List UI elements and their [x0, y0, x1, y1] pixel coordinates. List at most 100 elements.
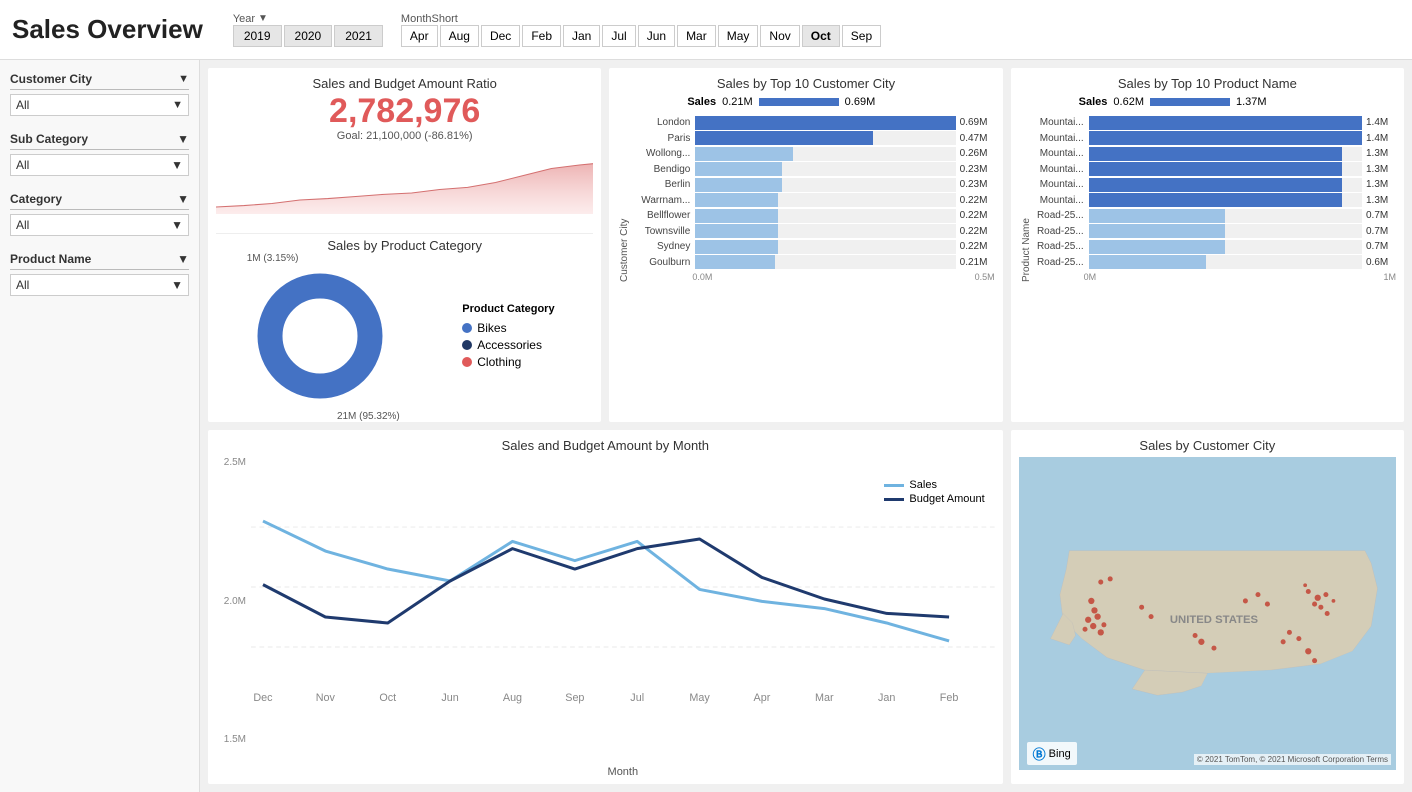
- month-y-axis: 2.5M 2.0M 1.5M: [216, 457, 251, 765]
- product-bar-label: Mountai...: [1032, 148, 1084, 159]
- city-bar-label: Townsville: [630, 226, 690, 237]
- city-bar-label: Wollong...: [630, 148, 690, 159]
- top-left-panel: Sales and Budget Amount Ratio 2,782,976 …: [208, 68, 601, 422]
- product-bar-label: Mountai...: [1032, 133, 1084, 144]
- city-bar-fill: [695, 224, 778, 238]
- month-oct[interactable]: Oct: [802, 25, 840, 47]
- city-x-max: 0.5M: [975, 272, 995, 282]
- ratio-card-value: 2,782,976: [216, 93, 593, 130]
- city-bar-value: 0.22M: [960, 210, 995, 221]
- city-bar-track: [695, 209, 955, 223]
- city-bar-track: [695, 193, 955, 207]
- product-x-axis: 0M 1M: [1032, 272, 1396, 282]
- city-bar-label: Bellflower: [630, 210, 690, 221]
- month-may[interactable]: May: [718, 25, 759, 47]
- product-axis-label: Product Name: [1019, 114, 1032, 282]
- month-jun[interactable]: Jun: [638, 25, 675, 47]
- month-legend-sales: Sales: [884, 479, 984, 491]
- product-range-min: 0.62M: [1113, 96, 1144, 108]
- product-bar-fill: [1089, 178, 1343, 192]
- product-bar-value: 1.3M: [1366, 195, 1396, 206]
- legend-accessories-dot: [462, 340, 472, 350]
- month-nov[interactable]: Nov: [760, 25, 799, 47]
- city-card: Sales by Top 10 Customer City Sales 0.21…: [609, 68, 1002, 422]
- monthshort-label: MonthShort: [401, 13, 881, 25]
- legend-clothing-label: Clothing: [477, 355, 521, 369]
- city-bar-row: London 0.69M: [630, 116, 994, 130]
- year-chevron: ▼: [258, 13, 268, 24]
- city-bar-label: London: [630, 117, 690, 128]
- month-legend: Sales Budget Amount: [884, 477, 984, 507]
- month-aug[interactable]: Aug: [440, 25, 479, 47]
- legend-title: Product Category: [462, 303, 554, 315]
- filter-customer-city-value[interactable]: All ▼: [10, 94, 189, 116]
- city-bar-label: Bendigo: [630, 164, 690, 175]
- month-apr[interactable]: Apr: [401, 25, 438, 47]
- city-bar-track: [695, 178, 955, 192]
- city-bar-fill: [695, 116, 955, 130]
- city-bar-track: [695, 224, 955, 238]
- product-bar-row: Road-25... 0.6M: [1032, 255, 1396, 269]
- city-range-bar: [759, 98, 839, 106]
- city-bar-fill: [695, 147, 793, 161]
- header: Sales Overview Year ▼ 2019 2020 2021 Mon…: [0, 0, 1412, 60]
- filter-category-value[interactable]: All ▼: [10, 214, 189, 236]
- map-svg: UNITED STATES: [1019, 457, 1396, 770]
- city-bar-track: [695, 162, 955, 176]
- city-chart-body: Customer City London 0.69M Paris 0.47M W…: [617, 114, 994, 282]
- city-bar-fill: [695, 178, 782, 192]
- filter-customer-city-dropdown-chevron: ▼: [172, 99, 183, 111]
- month-line-chart: Dec Nov Oct Jun Aug Sep Jul May Apr Mar …: [251, 457, 995, 765]
- year-2019[interactable]: 2019: [233, 25, 282, 47]
- month-card-title: Sales and Budget Amount by Month: [216, 438, 995, 453]
- category-legend: Product Category Bikes Accessories Cloth…: [462, 303, 554, 372]
- donut-label-bikes: 1M (3.15%): [247, 253, 299, 264]
- bing-label: Bing: [1049, 748, 1071, 760]
- product-bar-row: Mountai... 1.3M: [1032, 147, 1396, 161]
- filter-product-name: Product Name ▼ All ▼: [10, 252, 189, 296]
- svg-text:Jul: Jul: [630, 692, 644, 704]
- product-bar-track: [1089, 131, 1362, 145]
- month-chart-body: 2.5M 2.0M 1.5M Dec: [216, 457, 995, 765]
- product-bar-track: [1089, 255, 1362, 269]
- category-card: Sales by Product Category 1M (3.15%): [216, 238, 593, 417]
- product-bar-value: 0.7M: [1366, 226, 1396, 237]
- month-dec[interactable]: Dec: [481, 25, 520, 47]
- product-bar-label: Road-25...: [1032, 226, 1084, 237]
- month-sep[interactable]: Sep: [842, 25, 881, 47]
- city-bar-value: 0.69M: [960, 117, 995, 128]
- month-mar[interactable]: Mar: [677, 25, 716, 47]
- category-card-title: Sales by Product Category: [216, 238, 593, 253]
- year-2020[interactable]: 2020: [284, 25, 333, 47]
- svg-text:Dec: Dec: [253, 692, 273, 704]
- body: Customer City ▼ All ▼ Sub Category ▼ All…: [0, 60, 1412, 792]
- product-bar-track: [1089, 147, 1362, 161]
- city-bar-track: [695, 131, 955, 145]
- city-bar-value: 0.23M: [960, 179, 995, 190]
- filter-category-dropdown-chevron: ▼: [171, 218, 183, 232]
- filter-product-name-value[interactable]: All ▼: [10, 274, 189, 296]
- filter-category-chevron: ▼: [177, 192, 189, 206]
- product-bar-fill: [1089, 209, 1226, 223]
- city-bar-value: 0.47M: [960, 133, 995, 144]
- month-chips: Apr Aug Dec Feb Jan Jul Jun Mar May Nov …: [401, 25, 881, 47]
- month-feb[interactable]: Feb: [522, 25, 561, 47]
- product-bar-value: 0.6M: [1366, 257, 1396, 268]
- legend-clothing-dot: [462, 357, 472, 367]
- product-bar-label: Mountai...: [1032, 195, 1084, 206]
- product-bar-value: 0.7M: [1366, 210, 1396, 221]
- product-bar-row: Mountai... 1.4M: [1032, 116, 1396, 130]
- product-bar-value: 1.4M: [1366, 133, 1396, 144]
- month-x-label: Month: [251, 766, 995, 778]
- svg-text:Feb: Feb: [940, 692, 959, 704]
- month-chart-area: Dec Nov Oct Jun Aug Sep Jul May Apr Mar …: [251, 457, 995, 765]
- product-x-max: 1M: [1383, 272, 1396, 282]
- year-2021[interactable]: 2021: [334, 25, 383, 47]
- product-range-bar: [1150, 98, 1230, 106]
- city-bar-fill: [695, 209, 778, 223]
- city-bar-track: [695, 147, 955, 161]
- filter-sub-category-value[interactable]: All ▼: [10, 154, 189, 176]
- month-legend-sales-label: Sales: [909, 479, 937, 491]
- month-jan[interactable]: Jan: [563, 25, 600, 47]
- month-jul[interactable]: Jul: [602, 25, 635, 47]
